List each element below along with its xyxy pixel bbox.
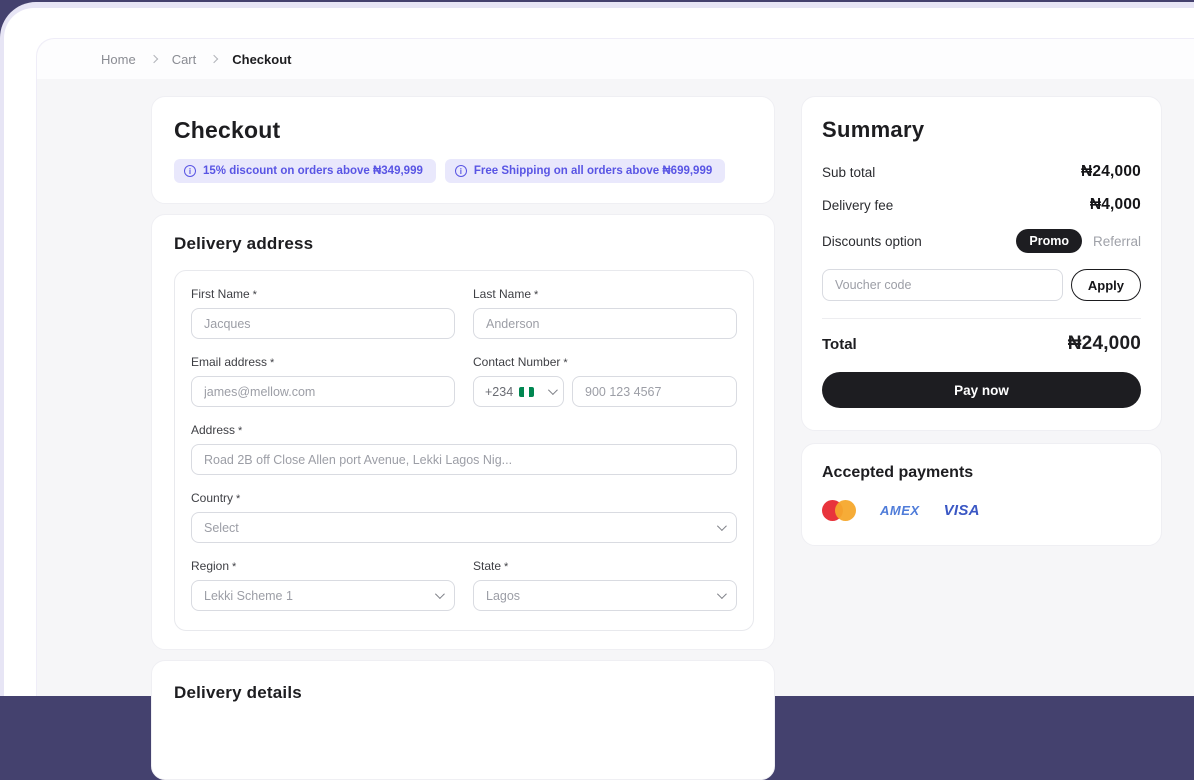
summary-card: Summary Sub total ₦24,000 Delivery fee ₦…: [801, 96, 1162, 431]
subtotal-label: Sub total: [822, 164, 876, 180]
info-icon: i: [454, 165, 467, 177]
apply-voucher-button[interactable]: Apply: [1070, 269, 1141, 301]
email-input[interactable]: [191, 376, 455, 407]
state-label: State *: [473, 559, 509, 573]
delivery-fee-label: Delivery fee: [822, 197, 894, 213]
first-name-input[interactable]: [191, 308, 455, 339]
country-field-group: Country * Select: [191, 491, 737, 543]
visa-icon: VISA: [943, 502, 980, 519]
free-shipping-badge-text: Free Shipping on all orders above ₦699,9…: [473, 165, 713, 177]
discounts-option-row: Discounts option Promo Referral: [822, 229, 1141, 253]
country-label: Country *: [191, 491, 241, 505]
chevron-right-icon: [149, 54, 158, 64]
breadcrumb-home[interactable]: Home: [101, 52, 136, 67]
page-content: Home Cart Checkout Checkout i 15% discou…: [36, 38, 1194, 780]
required-asterisk: *: [270, 357, 275, 369]
accepted-payments-title: Accepted payments: [822, 464, 974, 481]
state-select[interactable]: Lagos: [473, 580, 737, 611]
checkout-main-column: Checkout i 15% discount on orders above …: [151, 96, 775, 780]
mastercard-icon: [822, 500, 856, 521]
total-label: Total: [822, 335, 857, 353]
page-title: Checkout: [174, 117, 281, 143]
country-select-value: Select: [204, 520, 239, 535]
discount-badge: i 15% discount on orders above ₦349,999: [174, 159, 436, 183]
voucher-code-input[interactable]: [822, 269, 1063, 301]
last-name-input[interactable]: [473, 308, 737, 339]
required-asterisk: *: [252, 289, 257, 301]
chevron-right-icon: [210, 54, 219, 64]
required-asterisk: *: [504, 561, 509, 573]
checkout-sidebar: Summary Sub total ₦24,000 Delivery fee ₦…: [801, 96, 1162, 780]
required-asterisk: *: [534, 289, 539, 301]
delivery-details-card: Delivery details: [151, 660, 775, 780]
phone-input[interactable]: [572, 376, 737, 407]
discounts-option-label: Discounts option: [822, 233, 922, 249]
delivery-details-title: Delivery details: [174, 683, 302, 702]
region-select[interactable]: Lekki Scheme 1: [191, 580, 455, 611]
first-name-field-group: First Name *: [191, 287, 455, 339]
breadcrumb: Home Cart Checkout: [37, 39, 1194, 79]
checkout-header-card: Checkout i 15% discount on orders above …: [151, 96, 775, 204]
promo-toggle-button[interactable]: Promo: [1016, 229, 1082, 253]
address-field-group: Address *: [191, 423, 737, 475]
region-label: Region *: [191, 559, 237, 573]
pay-now-button[interactable]: Pay now: [822, 372, 1141, 408]
dial-code: +234: [485, 384, 514, 399]
state-field-group: State * Lagos: [473, 559, 737, 611]
email-label: Email address *: [191, 355, 275, 369]
contact-label: Contact Number *: [473, 355, 568, 369]
contact-field-group: Contact Number * +234: [473, 355, 737, 407]
referral-toggle[interactable]: Referral: [1093, 234, 1141, 249]
discount-badge-text: 15% discount on orders above ₦349,999: [203, 165, 423, 177]
nigeria-flag-icon: [519, 386, 535, 397]
info-icon: i: [184, 165, 196, 177]
summary-title: Summary: [822, 117, 925, 142]
region-select-value: Lekki Scheme 1: [204, 588, 293, 603]
amex-icon: AMEX: [880, 503, 920, 518]
delivery-fee-value: ₦4,000: [1089, 196, 1141, 213]
subtotal-value: ₦24,000: [1080, 163, 1141, 180]
chevron-down-icon: [434, 589, 445, 600]
delivery-fee-row: Delivery fee ₦4,000: [822, 196, 1141, 214]
delivery-address-card: Delivery address First Name* Last Name*: [151, 214, 775, 650]
region-field-group: Region * Lekki Scheme 1: [191, 559, 455, 611]
country-code-dropdown[interactable]: +234: [473, 376, 564, 407]
chevron-down-icon: [716, 589, 727, 600]
free-shipping-badge: i Free Shipping on all orders above ₦699…: [444, 159, 726, 183]
last-name-label: Last Name *: [473, 287, 539, 301]
first-name-label: First Name *: [191, 287, 257, 301]
required-asterisk: *: [236, 493, 241, 505]
last-name-field-group: Last Name *: [473, 287, 737, 339]
chevron-down-icon: [716, 521, 727, 532]
required-asterisk: *: [563, 357, 568, 369]
chevron-down-icon: [548, 385, 559, 396]
voucher-row: Apply: [822, 269, 1141, 301]
state-select-value: Lagos: [486, 588, 521, 603]
delivery-address-title: Delivery address: [174, 234, 314, 253]
summary-divider: [822, 318, 1141, 319]
breadcrumb-cart[interactable]: Cart: [172, 52, 197, 67]
required-asterisk: *: [232, 561, 237, 573]
required-asterisk: *: [238, 425, 243, 437]
address-input[interactable]: [191, 444, 737, 475]
country-select[interactable]: Select: [191, 512, 737, 543]
accepted-payments-card: Accepted payments AMEX VISA: [801, 443, 1162, 546]
promo-badges: i 15% discount on orders above ₦349,999 …: [174, 159, 754, 183]
delivery-address-form: First Name* Last Name* Email address*: [174, 270, 754, 631]
address-label: Address *: [191, 423, 243, 437]
subtotal-row: Sub total ₦24,000: [822, 163, 1141, 181]
total-row: Total ₦24,000: [822, 333, 1141, 355]
total-value: ₦24,000: [1067, 333, 1141, 354]
payment-method-icons: AMEX VISA: [822, 500, 1141, 521]
breadcrumb-checkout: Checkout: [232, 51, 292, 67]
email-field-group: Email address *: [191, 355, 455, 407]
